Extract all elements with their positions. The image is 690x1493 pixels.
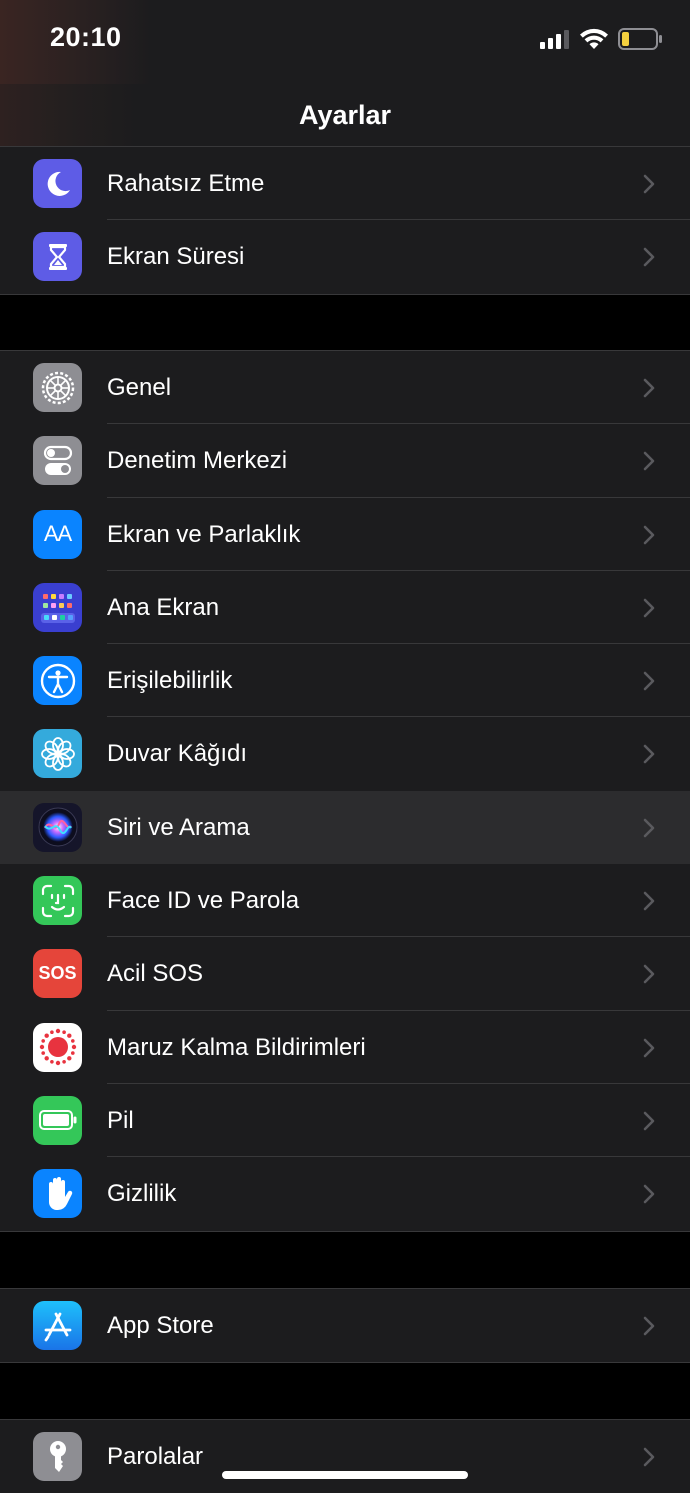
wifi-icon xyxy=(580,28,608,49)
battery-icon xyxy=(33,1095,82,1145)
chevron-right-icon xyxy=(643,451,655,471)
settings-row-display-brightness[interactable]: AA Ekran ve Parlaklık xyxy=(0,498,690,571)
key-icon xyxy=(33,1432,82,1481)
gear-icon xyxy=(33,363,82,412)
row-label: Ana Ekran xyxy=(107,593,220,621)
settings-row-passwords[interactable]: Parolalar xyxy=(0,1420,690,1493)
chevron-right-icon xyxy=(643,818,655,838)
settings-row-privacy[interactable]: Gizlilik xyxy=(0,1157,690,1230)
settings-row-emergency-sos[interactable]: SOS Acil SOS xyxy=(0,937,690,1011)
chevron-right-icon xyxy=(643,525,655,544)
settings-group-passwords: Parolalar xyxy=(0,1419,690,1493)
battery-low-icon xyxy=(618,28,662,50)
row-label: Pil xyxy=(107,1106,134,1134)
row-label: Face ID ve Parola xyxy=(107,887,300,915)
row-label: Maruz Kalma Bildirimleri xyxy=(107,1033,366,1061)
settings-row-app-store[interactable]: App Store xyxy=(0,1289,690,1362)
flower-icon xyxy=(33,729,82,779)
exposure-notification-icon xyxy=(33,1022,82,1072)
row-label: Acil SOS xyxy=(107,960,204,988)
settings-row-accessibility[interactable]: Erişilebilirlik xyxy=(0,644,690,718)
home-indicator[interactable] xyxy=(222,1471,468,1479)
navigation-bar: Ayarlar xyxy=(0,84,690,154)
settings-row-do-not-disturb[interactable]: Rahatsız Etme xyxy=(0,147,690,221)
chevron-right-icon xyxy=(643,1111,655,1131)
home-screen-grid-icon xyxy=(33,582,82,632)
toggles-icon xyxy=(33,436,82,486)
settings-row-exposure-notifications[interactable]: Maruz Kalma Bildirimleri xyxy=(0,1011,690,1084)
chevron-right-icon xyxy=(643,1038,655,1057)
row-label: Denetim Merkezi xyxy=(107,447,288,475)
text-size-icon: AA xyxy=(33,509,82,559)
settings-row-wallpaper[interactable]: Duvar Kâğıdı xyxy=(0,717,690,790)
chevron-right-icon xyxy=(643,174,655,194)
row-label: Genel xyxy=(107,374,172,401)
settings-row-home-screen[interactable]: Ana Ekran xyxy=(0,571,690,645)
settings-row-control-center[interactable]: Denetim Merkezi xyxy=(0,424,690,498)
status-bar: 20:10 xyxy=(0,0,690,84)
icon-glyph: AA xyxy=(43,521,72,547)
row-label: Ekran ve Parlaklık xyxy=(107,520,301,548)
page-title: Ayarlar xyxy=(298,100,392,130)
siri-icon xyxy=(33,802,82,852)
icon-glyph: SOS xyxy=(38,963,77,984)
chevron-right-icon xyxy=(643,1316,655,1336)
hand-icon xyxy=(33,1169,82,1219)
settings-row-siri-search[interactable]: Siri ve Arama xyxy=(0,790,690,865)
chevron-right-icon xyxy=(643,598,655,618)
app-store-icon xyxy=(33,1301,82,1350)
row-label: Duvar Kâğıdı xyxy=(107,740,248,768)
status-time: 20:10 xyxy=(50,22,122,52)
face-id-icon xyxy=(33,876,82,926)
settings-row-face-id[interactable]: Face ID ve Parola xyxy=(0,864,690,938)
hourglass-icon xyxy=(33,232,82,282)
row-label: Siri ve Arama xyxy=(107,813,250,841)
row-label: Erişilebilirlik xyxy=(107,667,233,695)
chevron-right-icon xyxy=(643,891,655,911)
settings-group-store: App Store xyxy=(0,1288,690,1364)
chevron-right-icon xyxy=(643,247,655,267)
row-label: Gizlilik xyxy=(107,1180,177,1208)
chevron-right-icon xyxy=(643,965,655,984)
chevron-right-icon xyxy=(643,378,655,398)
sos-icon: SOS xyxy=(33,949,82,999)
row-label: Parolalar xyxy=(107,1443,204,1470)
accessibility-icon xyxy=(33,656,82,706)
chevron-right-icon xyxy=(643,1184,655,1204)
row-label: Rahatsız Etme xyxy=(107,170,265,197)
settings-group-general: Genel Denetim Merkezi AA Ekran ve Parlak… xyxy=(0,350,690,1232)
settings-group-focus: Rahatsız Etme Ekran Süresi xyxy=(0,146,690,295)
chevron-right-icon xyxy=(643,745,655,764)
settings-row-battery[interactable]: Pil xyxy=(0,1084,690,1158)
status-icons xyxy=(540,28,662,50)
settings-row-general[interactable]: Genel xyxy=(0,351,690,425)
settings-row-screen-time[interactable]: Ekran Süresi xyxy=(0,220,690,293)
moon-icon xyxy=(33,159,82,208)
chevron-right-icon xyxy=(643,1447,655,1467)
row-label: Ekran Süresi xyxy=(107,243,245,271)
chevron-right-icon xyxy=(643,671,655,691)
row-label: App Store xyxy=(107,1312,214,1339)
cellular-signal-icon xyxy=(540,30,569,49)
